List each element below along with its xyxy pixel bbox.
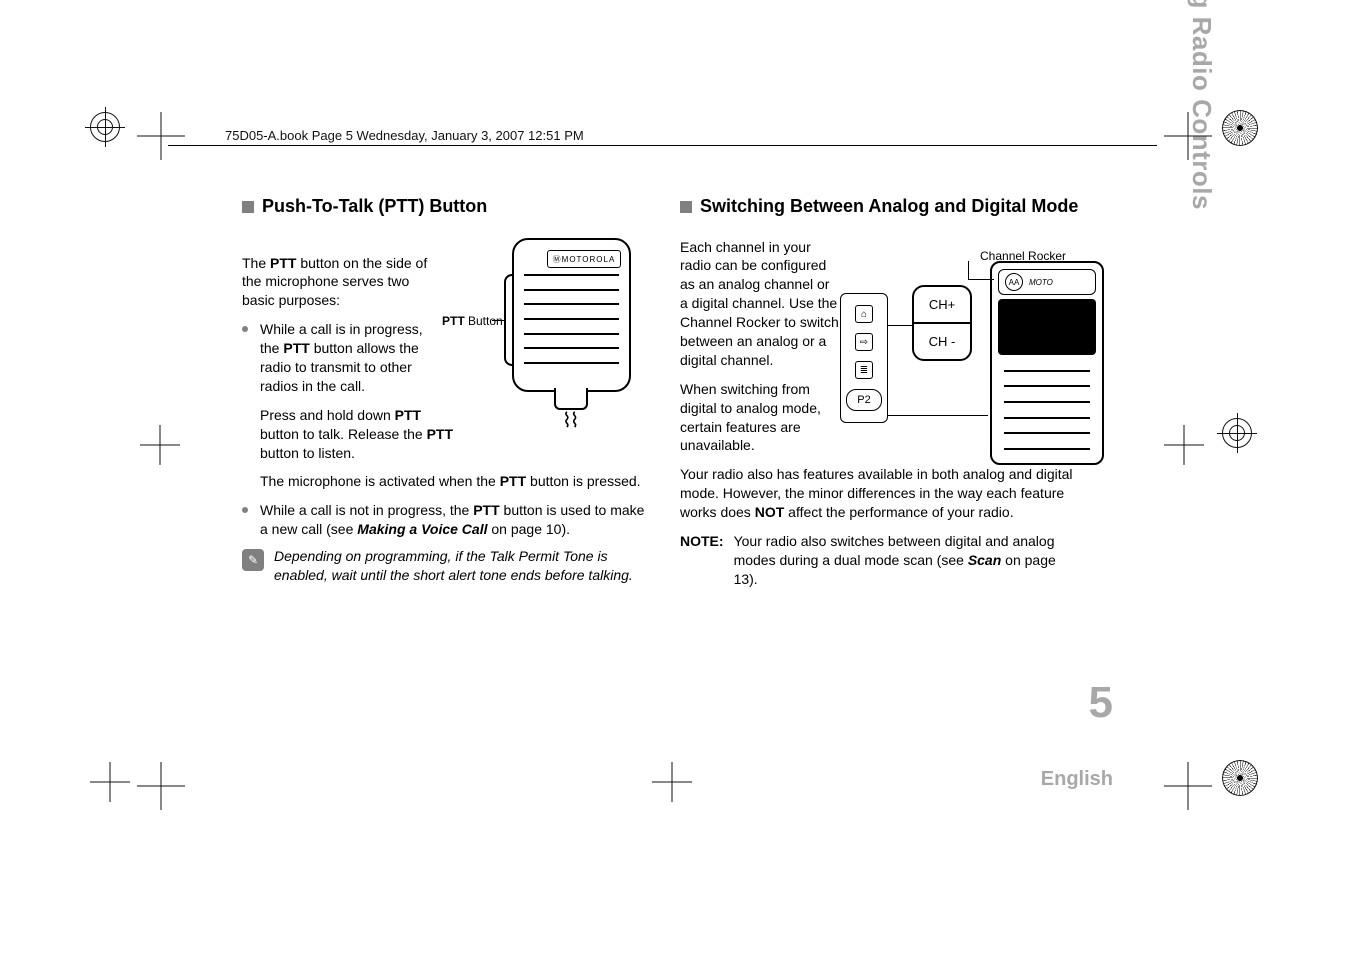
section-marker-icon bbox=[242, 201, 254, 213]
heading-ptt: Push-To-Talk (PTT) Button bbox=[242, 195, 647, 218]
mode-note: NOTE: Your radio also switches between d… bbox=[680, 532, 1080, 589]
mode-note-text: Your radio also switches between digital… bbox=[734, 532, 1080, 589]
ptt-note-text: Depending on programming, if the Talk Pe… bbox=[274, 547, 647, 585]
keypad-btn: ⌂ bbox=[855, 305, 873, 323]
leader-line bbox=[968, 261, 969, 279]
ptt-figure: PTT Button Ⓜ MOTOROLA ⌇⌇ bbox=[442, 238, 632, 448]
running-header: 75D05-A.book Page 5 Wednesday, January 3… bbox=[225, 128, 584, 143]
registration-wheel-icon bbox=[1222, 760, 1258, 796]
crosshair-icon bbox=[1164, 425, 1204, 465]
mode-p3: Your radio also has features available i… bbox=[680, 465, 1080, 522]
radio-keypad-icon: ⌂ ⇨ ≣ P2 bbox=[840, 293, 888, 423]
bullet-1: While a call is in progress, the PTT but… bbox=[242, 320, 442, 396]
bullet-dot-icon bbox=[242, 507, 248, 513]
radio-top-bar: AA MOTO bbox=[998, 269, 1096, 295]
radio-speaker-icon bbox=[998, 363, 1096, 457]
ptt-intro: The PTT button on the side of the microp… bbox=[242, 254, 432, 311]
keypad-btn: ⇨ bbox=[855, 333, 873, 351]
mic-activated-text: The microphone is activated when the PTT… bbox=[260, 472, 647, 491]
channel-rocker-icon: CH+ CH - bbox=[912, 285, 972, 361]
heading-mode: Switching Between Analog and Digital Mod… bbox=[680, 195, 1080, 218]
side-section-title: Identifying Radio Controls bbox=[1186, 0, 1217, 210]
crosshair-icon bbox=[1164, 762, 1212, 810]
radio-figure: Channel Rocker ⌂ ⇨ ≣ P2 CH+ CH - AA MOTO bbox=[840, 255, 1100, 465]
ptt-note: ✎ Depending on programming, if the Talk … bbox=[242, 547, 647, 585]
crosshair-icon bbox=[90, 762, 130, 802]
mic-cable-icon: ⌇⌇ bbox=[562, 408, 578, 433]
crosshair-icon bbox=[140, 425, 180, 465]
crosshair-icon bbox=[137, 762, 185, 810]
mode-p1: Each channel in your radio can be config… bbox=[680, 238, 840, 370]
bullet-dot-icon bbox=[242, 326, 248, 332]
mic-grille-icon bbox=[524, 274, 619, 364]
page-number: 5 bbox=[1089, 678, 1113, 728]
heading-text: Switching Between Analog and Digital Mod… bbox=[700, 196, 1078, 216]
ch-minus: CH - bbox=[914, 324, 970, 359]
note-icon: ✎ bbox=[242, 549, 264, 571]
keypad-btn: ≣ bbox=[855, 361, 873, 379]
motorola-logo: Ⓜ MOTOROLA bbox=[547, 250, 621, 268]
registration-mark-icon bbox=[1222, 418, 1252, 448]
leader-line bbox=[888, 325, 912, 326]
bullet-1-text: While a call is in progress, the PTT but… bbox=[260, 320, 442, 396]
mic-neck-icon bbox=[554, 388, 588, 410]
section-marker-icon bbox=[680, 201, 692, 213]
ptt-button-label: PTT Button bbox=[442, 314, 503, 328]
microphone-icon: Ⓜ MOTOROLA bbox=[512, 238, 631, 392]
leader-line bbox=[888, 415, 988, 416]
bullet-2-text: While a call is not in progress, the PTT… bbox=[260, 501, 647, 539]
registration-wheel-icon bbox=[1222, 110, 1258, 146]
radio-body-icon: AA MOTO bbox=[990, 261, 1104, 465]
heading-text: Push-To-Talk (PTT) Button bbox=[262, 196, 487, 216]
ch-plus: CH+ bbox=[914, 287, 970, 322]
radio-brand: MOTO bbox=[1029, 278, 1053, 287]
aa-logo-icon: AA bbox=[1005, 273, 1023, 291]
registration-mark-icon bbox=[90, 112, 120, 142]
crosshair-icon bbox=[137, 112, 185, 160]
language-label: English bbox=[1041, 768, 1113, 791]
bullet-2: While a call is not in progress, the PTT… bbox=[242, 501, 647, 539]
header-rule bbox=[168, 145, 1157, 146]
radio-screen-icon bbox=[998, 299, 1096, 355]
press-hold-text: Press and hold down PTT button to talk. … bbox=[260, 406, 460, 463]
note-label: NOTE: bbox=[680, 532, 724, 589]
crosshair-icon bbox=[652, 762, 692, 802]
mode-p2: When switching from digital to analog mo… bbox=[680, 380, 840, 456]
p2-button-icon: P2 bbox=[846, 389, 882, 411]
